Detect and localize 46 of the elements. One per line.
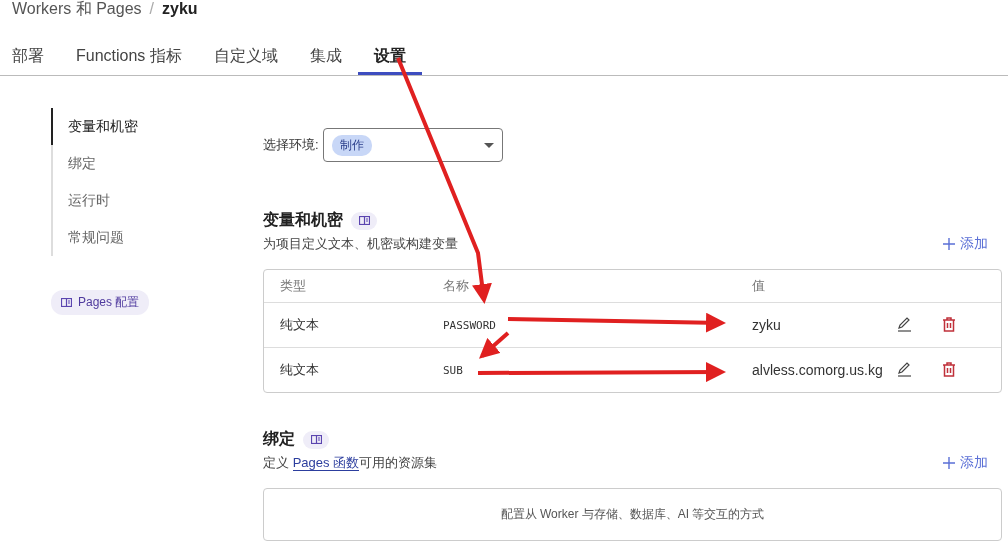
environment-select[interactable]: 制作: [322, 128, 503, 162]
add-button[interactable]: 添加: [943, 235, 988, 253]
table-cell: zyku: [752, 317, 781, 333]
add-button[interactable]: 添加: [943, 454, 988, 472]
environment-tag: 制作: [331, 134, 372, 156]
breadcrumb-link[interactable]: Workers 和 Pages: [12, 0, 142, 20]
book-icon: [310, 435, 322, 444]
trash-icon: [941, 361, 957, 378]
plus-icon: [943, 238, 955, 250]
sidebar-item[interactable]: 运行时: [51, 182, 263, 219]
field-label: 选择环境:: [263, 136, 319, 154]
table-cell: alvless.comorg.us.kg: [752, 362, 883, 378]
tab[interactable]: 自定义域: [197, 40, 294, 75]
section-title: 绑定: [263, 429, 295, 449]
column-header: 类型: [280, 277, 306, 295]
plus-icon: [943, 457, 955, 469]
edit-button[interactable]: [896, 316, 914, 334]
sidebar-item[interactable]: 绑定: [51, 145, 263, 182]
table-cell: 纯文本: [280, 361, 319, 379]
pencil-icon: [896, 361, 913, 378]
sidebar-item[interactable]: 变量和机密: [51, 108, 263, 145]
table-cell: 纯文本: [280, 316, 319, 334]
book-icon: [358, 216, 370, 225]
pencil-icon: [896, 316, 913, 333]
column-header: 名称: [443, 277, 469, 295]
empty-state-text: 配置从 Worker 与存储、数据库、AI 等交互的方式: [500, 506, 765, 523]
tab[interactable]: 集成: [293, 40, 358, 75]
section-description: 为项目定义文本、机密或构建变量: [263, 235, 458, 253]
docs-link[interactable]: [303, 430, 329, 449]
caret-icon: [483, 142, 494, 148]
table-cell: PASSWORD: [443, 318, 496, 332]
pages-functions-link[interactable]: Pages 函数: [292, 455, 360, 471]
table-cell: SUB: [443, 363, 463, 377]
tab[interactable]: 部署: [0, 40, 60, 75]
section-title: 变量和机密: [263, 210, 343, 230]
docs-button[interactable]: Pages 配置: [51, 290, 150, 315]
breadcrumb-separator: /: [149, 0, 154, 18]
breadcrumb-current: zyku: [162, 0, 198, 18]
edit-button[interactable]: [896, 361, 914, 379]
sidebar-item[interactable]: 常规问题: [51, 219, 263, 256]
docs-link[interactable]: [351, 211, 377, 230]
column-header: 值: [752, 277, 765, 295]
tab[interactable]: Functions 指标: [60, 40, 198, 75]
book-icon: [61, 298, 72, 307]
trash-icon: [941, 316, 957, 333]
section-description: 定义 Pages 函数可用的资源集: [263, 454, 438, 472]
